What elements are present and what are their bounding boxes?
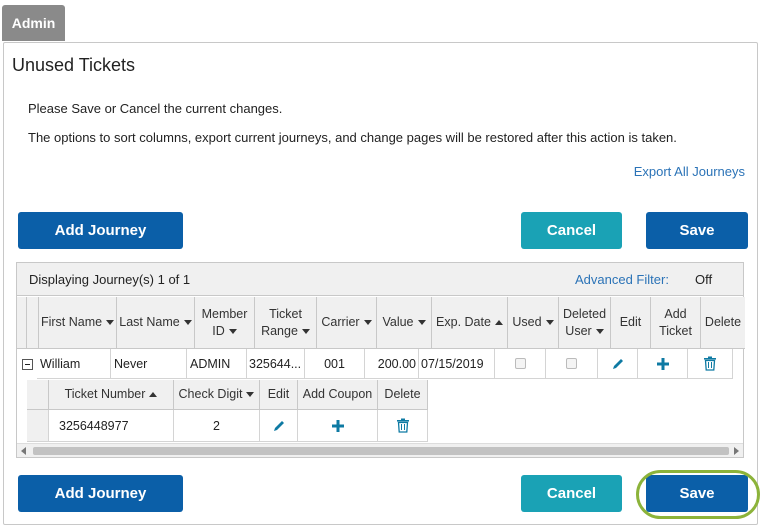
scroll-right-arrow-icon[interactable] <box>734 447 739 455</box>
cell-ticket-number: 3256448977 <box>49 410 174 442</box>
pencil-icon[interactable] <box>272 419 286 433</box>
sub-cell-add-coupon[interactable] <box>298 410 378 442</box>
cell-check-digit: 2 <box>174 410 260 442</box>
pencil-icon[interactable] <box>611 357 625 371</box>
add-journey-button-top[interactable]: Add Journey <box>18 212 183 249</box>
add-journey-button-bottom[interactable]: Add Journey <box>18 475 183 512</box>
collapse-row-toggle[interactable] <box>22 359 33 370</box>
cancel-button-top[interactable]: Cancel <box>521 212 622 249</box>
cell-carrier: 001 <box>305 349 365 379</box>
advanced-filter-label[interactable]: Advanced Filter: <box>575 272 669 287</box>
cell-value: 200.00 <box>365 349 419 379</box>
header-carrier[interactable]: Carrier <box>317 297 377 349</box>
info-message-2: The options to sort columns, export curr… <box>28 130 677 145</box>
cell-ticket-range: 325644... <box>247 349 305 379</box>
header-first-name[interactable]: First Name <box>39 297 117 349</box>
admin-tab[interactable]: Admin <box>2 5 65 41</box>
header-last-name[interactable]: Last Name <box>117 297 195 349</box>
sub-header-spacer <box>27 380 49 410</box>
cell-exp-date: 07/15/2019 <box>419 349 495 379</box>
header-used[interactable]: Used <box>508 297 559 349</box>
info-message-1: Please Save or Cancel the current change… <box>28 101 283 116</box>
journeys-grid: Displaying Journey(s) 1 of 1 Advanced Fi… <box>16 262 745 458</box>
header-delete: Delete <box>701 297 745 349</box>
cell-used[interactable] <box>495 349 546 379</box>
header-add-ticket: Add Ticket <box>651 297 701 349</box>
horizontal-scrollbar[interactable] <box>17 443 743 457</box>
scrollbar-thumb[interactable] <box>33 447 729 455</box>
header-ticket-range[interactable]: Ticket Range <box>255 297 317 349</box>
trash-icon[interactable] <box>703 356 717 371</box>
advanced-filter-value[interactable]: Off <box>695 272 712 287</box>
cell-member-id: ADMIN <box>187 349 247 379</box>
sub-header-ticket-number[interactable]: Ticket Number <box>49 380 174 410</box>
save-button-top[interactable]: Save <box>646 212 748 249</box>
used-checkbox[interactable] <box>514 358 526 369</box>
header-spacer <box>17 297 27 349</box>
header-deleted-user[interactable]: Deleted User <box>559 297 611 349</box>
plus-icon[interactable] <box>331 419 345 433</box>
cell-last-name: Never <box>111 349 187 379</box>
sub-cell-edit[interactable] <box>260 410 298 442</box>
page-title: Unused Tickets <box>12 55 136 75</box>
header-value[interactable]: Value <box>377 297 432 349</box>
displaying-count: Displaying Journey(s) 1 of 1 <box>29 272 191 287</box>
deleted-user-checkbox[interactable] <box>566 358 577 369</box>
sub-header-delete: Delete <box>378 380 428 410</box>
header-edit: Edit <box>611 297 651 349</box>
plus-icon[interactable] <box>656 357 670 371</box>
sub-header-check-digit[interactable]: Check Digit <box>174 380 260 410</box>
sub-header-add-coupon: Add Coupon <box>298 380 378 410</box>
sub-header-edit: Edit <box>260 380 298 410</box>
header-expand <box>27 297 39 349</box>
trash-icon[interactable] <box>396 418 410 433</box>
sub-row-spacer <box>27 410 49 442</box>
export-all-journeys-link[interactable]: Export All Journeys <box>634 164 745 179</box>
cell-add-ticket[interactable] <box>638 349 688 379</box>
cell-first-name: William <box>37 349 111 379</box>
cell-delete[interactable] <box>688 349 733 379</box>
cancel-button-bottom[interactable]: Cancel <box>521 475 622 512</box>
cell-deleted-user[interactable] <box>546 349 598 379</box>
grid-toolbar: Displaying Journey(s) 1 of 1 Advanced Fi… <box>17 263 743 296</box>
sub-cell-delete[interactable] <box>378 410 428 442</box>
header-exp-date[interactable]: Exp. Date <box>432 297 508 349</box>
cell-edit[interactable] <box>598 349 638 379</box>
scroll-left-arrow-icon[interactable] <box>21 447 26 455</box>
save-highlight-ring <box>636 470 760 519</box>
header-member-id[interactable]: Member ID <box>195 297 255 349</box>
